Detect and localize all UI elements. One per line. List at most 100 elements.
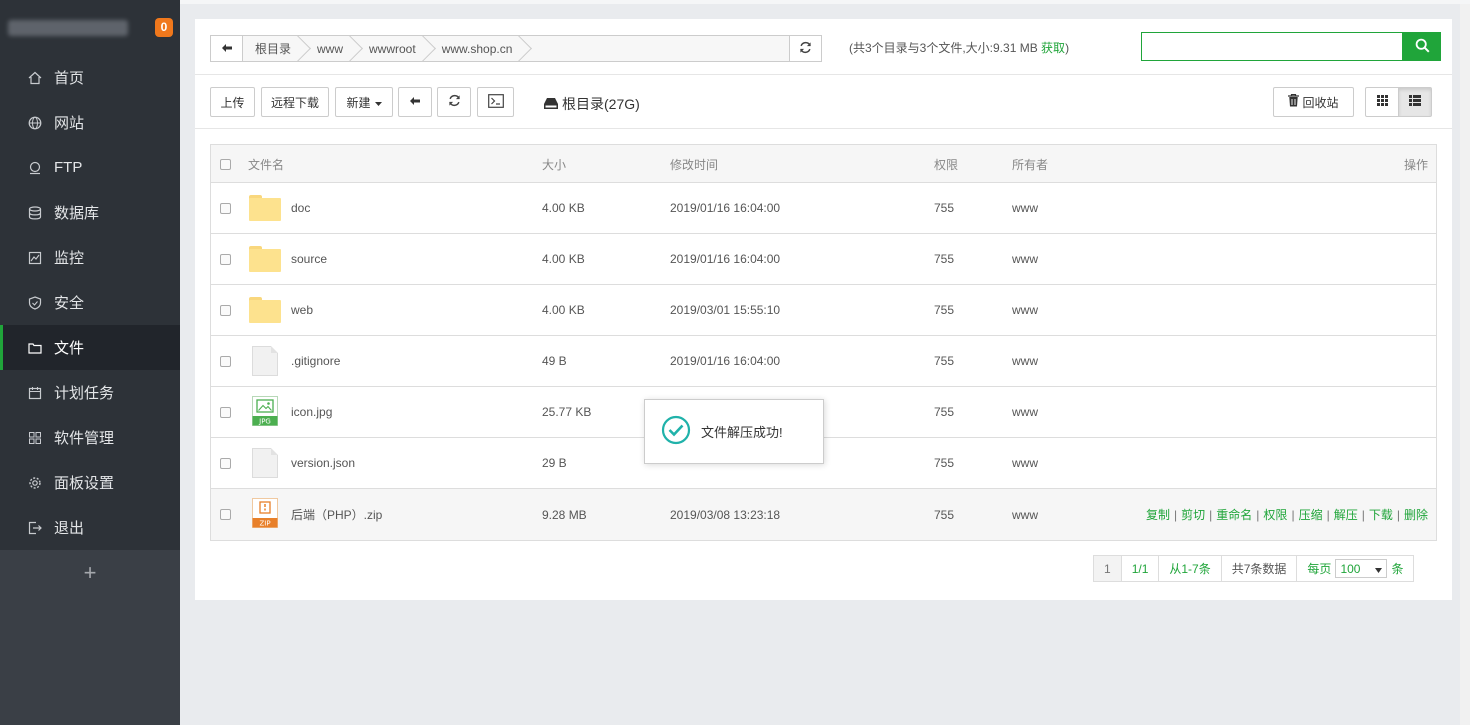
divider [195, 74, 1452, 75]
op-extract[interactable]: 解压 [1334, 506, 1358, 523]
row-checkbox-cell [220, 336, 231, 386]
sidebar-item-ftp[interactable]: FTP [0, 145, 180, 190]
sidebar-item-files[interactable]: 文件 [0, 325, 180, 370]
op-compress[interactable]: 压缩 [1299, 506, 1323, 523]
op-rename[interactable]: 重命名 [1216, 506, 1252, 523]
ftp-icon [28, 161, 42, 175]
jpg-badge: JPG [258, 417, 271, 425]
calendar-icon [28, 386, 42, 400]
recycle-bin-button[interactable]: 回收站 [1273, 87, 1354, 117]
page-scrollbar[interactable] [1460, 4, 1470, 725]
sidebar-menu: 首页 网站 FTP 数据库 监控 安全 文件 计划任务 软件管理 面板设置 退出 [0, 55, 180, 550]
breadcrumb-site[interactable]: www.shop.cn [430, 36, 527, 61]
file-size: 9.28 MB [542, 507, 587, 522]
sidebar-item-software[interactable]: 软件管理 [0, 415, 180, 460]
table-row[interactable]: ZIP 后端（PHP）.zip 9.28 MB 2019/03/08 13:23… [211, 489, 1436, 540]
notification-badge[interactable]: 0 [155, 18, 173, 37]
row-checkbox-cell [220, 489, 231, 540]
table-row[interactable]: web 4.00 KB 2019/03/01 15:55:10 755 www [211, 285, 1436, 336]
sidebar-item-label: 监控 [54, 250, 85, 267]
file-mtime: 2019/01/16 16:04:00 [670, 201, 781, 215]
summary-text: (共3个目录与3个文件,大小:9.31 MB [849, 41, 1042, 55]
row-checkbox[interactable] [220, 304, 231, 316]
sidebar-item-cron[interactable]: 计划任务 [0, 370, 180, 415]
row-checkbox[interactable] [220, 457, 231, 469]
file-name[interactable]: .gitignore [291, 336, 340, 386]
file-name[interactable]: icon.jpg [291, 387, 332, 437]
file-name[interactable]: web [291, 285, 313, 335]
file-size: 49 B [542, 354, 567, 368]
upload-button[interactable]: 上传 [210, 87, 255, 117]
terminal-button[interactable] [477, 87, 514, 117]
grid-view-button[interactable] [1365, 87, 1399, 117]
refresh-button[interactable] [437, 87, 471, 117]
list-icon [1409, 95, 1421, 109]
per-page-select[interactable]: 100 [1335, 559, 1388, 578]
monitor-icon [28, 251, 42, 265]
path-input-area[interactable] [526, 36, 789, 61]
row-checkbox[interactable] [220, 253, 231, 265]
new-dropdown-button[interactable]: 新建 [335, 87, 393, 117]
row-checkbox[interactable] [220, 355, 231, 367]
file-permission: 755 [934, 456, 955, 470]
blank-file-icon [252, 448, 278, 478]
file-name[interactable]: version.json [291, 438, 355, 488]
sidebar-item-label: 网站 [54, 115, 85, 132]
file-mtime: 2019/01/16 16:04:00 [670, 354, 781, 368]
op-download[interactable]: 下载 [1369, 506, 1393, 523]
file-name[interactable]: source [291, 234, 327, 284]
breadcrumb-wwwroot[interactable]: wwwroot [357, 36, 430, 61]
op-copy[interactable]: 复制 [1146, 506, 1170, 523]
sidebar-item-settings[interactable]: 面板设置 [0, 460, 180, 505]
op-cut[interactable]: 剪切 [1181, 506, 1205, 523]
refresh-icon [448, 94, 461, 110]
page-current[interactable]: 1 [1094, 556, 1122, 581]
header-time[interactable]: 修改时间 [670, 145, 718, 183]
file-permission: 755 [934, 252, 955, 266]
file-owner: www [1012, 252, 1038, 266]
table-row[interactable]: .gitignore 49 B 2019/01/16 16:04:00 755 … [211, 336, 1436, 387]
list-view-button[interactable] [1398, 87, 1432, 117]
sidebar-item-security[interactable]: 安全 [0, 280, 180, 325]
sidebar-item-logout[interactable]: 退出 [0, 505, 180, 550]
breadcrumb-www[interactable]: www [305, 36, 357, 61]
sidebar-item-monitor[interactable]: 监控 [0, 235, 180, 280]
file-name[interactable]: doc [291, 183, 310, 233]
row-operations: 复制 | 剪切 | 重命名 | 权限 | 压缩 | 解压 | 下载 | 删除 [1146, 489, 1428, 540]
row-checkbox-cell [220, 387, 231, 437]
file-mtime: 2019/01/16 16:04:00 [670, 252, 781, 266]
sidebar-item-label: 数据库 [54, 205, 100, 222]
select-all-checkbox[interactable] [220, 158, 231, 170]
row-checkbox[interactable] [220, 509, 231, 520]
op-delete[interactable]: 删除 [1404, 506, 1428, 523]
file-table: 文件名 大小 修改时间 权限 所有者 操作 doc 4.00 KB 2019/0… [210, 144, 1437, 541]
op-separator: | [1291, 507, 1295, 522]
header-size[interactable]: 大小 [542, 145, 566, 183]
sidebar-item-database[interactable]: 数据库 [0, 190, 180, 235]
row-checkbox[interactable] [220, 406, 231, 418]
sidebar-item-label: 计划任务 [54, 385, 115, 402]
fetch-size-link[interactable]: 获取 [1041, 41, 1065, 55]
table-row[interactable]: doc 4.00 KB 2019/01/16 16:04:00 755 www [211, 183, 1436, 234]
op-separator: | [1174, 507, 1178, 522]
sidebar-item-label: FTP [54, 159, 83, 176]
go-back-button[interactable] [398, 87, 432, 117]
table-row[interactable]: source 4.00 KB 2019/01/16 16:04:00 755 w… [211, 234, 1436, 285]
path-refresh-button[interactable] [789, 36, 821, 61]
add-shortcut-button[interactable]: + [0, 550, 180, 595]
file-size: 4.00 KB [542, 303, 585, 317]
sidebar-item-website[interactable]: 网站 [0, 100, 180, 145]
path-back-button[interactable] [211, 36, 243, 61]
op-permission[interactable]: 权限 [1263, 506, 1287, 523]
search-input[interactable] [1141, 32, 1403, 61]
sidebar-item-home[interactable]: 首页 [0, 55, 180, 100]
file-name[interactable]: 后端（PHP）.zip [291, 489, 382, 540]
search-button[interactable] [1403, 32, 1441, 61]
disk-indicator[interactable]: 根目录(27G) [544, 94, 640, 114]
sidebar: 0 首页 网站 FTP 数据库 监控 安全 文件 计划任务 软件管理 面板设置 … [0, 0, 180, 725]
remote-download-button[interactable]: 远程下载 [261, 87, 329, 117]
grid-icon [1376, 95, 1388, 109]
breadcrumb-root[interactable]: 根目录 [243, 36, 305, 61]
row-checkbox[interactable] [220, 202, 231, 214]
header-name[interactable]: 文件名 [248, 145, 284, 183]
